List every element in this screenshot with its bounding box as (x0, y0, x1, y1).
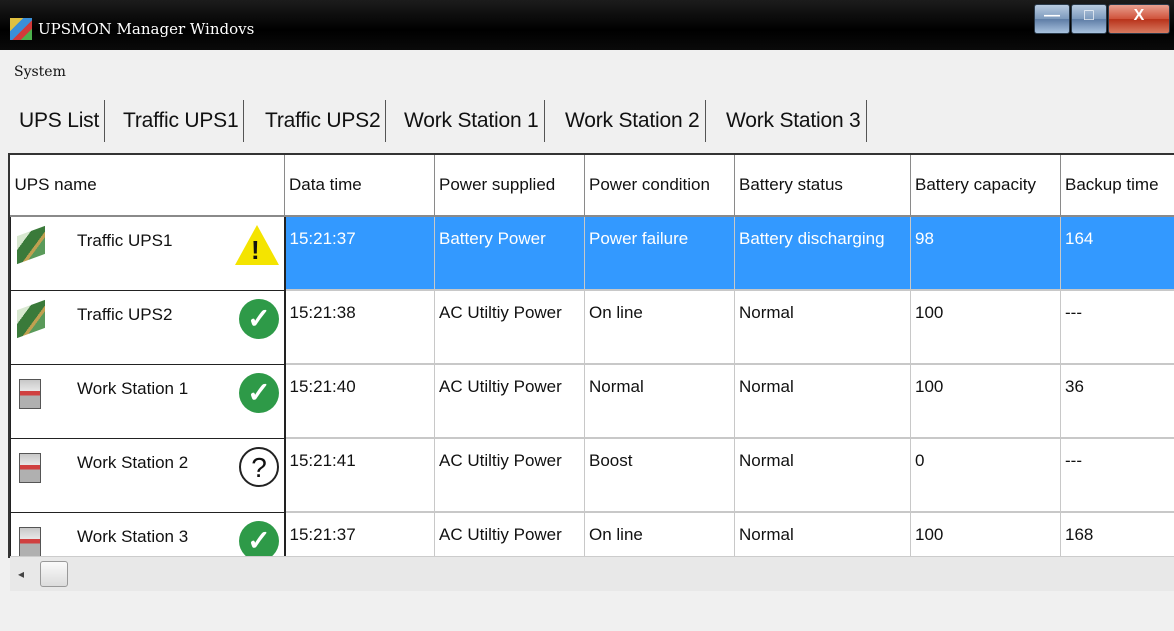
cell-data-time: 15:21:40 (284, 364, 435, 439)
window-title: UPSMON Manager Windovs (38, 20, 255, 38)
tab-ups-list[interactable]: UPS List (14, 100, 106, 142)
cell-battery-capacity: 100 (910, 290, 1061, 365)
ups-name-cell[interactable]: Traffic UPS1 ! (10, 215, 286, 291)
maximize-button[interactable]: □ (1071, 4, 1107, 34)
cell-battery-capacity: 100 (910, 512, 1061, 558)
ups-list-grid: UPS name Data time Power supplied Power … (8, 153, 1174, 558)
warning-mark: ! (251, 235, 260, 265)
cell-data-time: 15:21:38 (284, 290, 435, 365)
ups-name-cell[interactable]: Work Station 2 ? (10, 437, 286, 513)
check-icon: ✓ (239, 520, 279, 558)
col-power-condition[interactable]: Power condition (584, 155, 735, 217)
cell-power-supplied: AC Utiltiy Power (434, 290, 585, 365)
cell-power-supplied: AC Utiltiy Power (434, 438, 585, 513)
tab-strip: UPS List Traffic UPS1 Traffic UPS2 Work … (14, 100, 1174, 144)
tab-traffic-ups2[interactable]: Traffic UPS2 (260, 100, 387, 142)
ups-tower-icon (19, 526, 41, 557)
cell-data-time: 15:21:37 (284, 216, 435, 291)
ups-name: Work Station 2 (77, 452, 189, 472)
col-data-time[interactable]: Data time (284, 155, 435, 217)
col-ups-name[interactable]: UPS name (10, 155, 285, 217)
cell-backup-time: 164 (1060, 216, 1174, 291)
cell-battery-status: Normal (734, 512, 911, 558)
tab-traffic-ups1[interactable]: Traffic UPS1 (118, 100, 245, 142)
cell-power-supplied: AC Utiltiy Power (434, 512, 585, 558)
table-row[interactable]: Traffic UPS1 ! 15:21:37 Battery Power Po… (10, 215, 1174, 291)
table-row[interactable]: Work Station 1 ✓ 15:21:40 AC Utiltiy Pow… (10, 363, 1174, 439)
check-icon: ✓ (239, 298, 279, 339)
ups-tower-icon (19, 378, 41, 409)
cell-battery-status: Normal (734, 364, 911, 439)
scroll-thumb[interactable] (40, 561, 68, 587)
cell-data-time: 15:21:41 (284, 438, 435, 513)
check-icon: ✓ (239, 372, 279, 413)
tab-work-station-2[interactable]: Work Station 2 (560, 100, 706, 142)
network-card-icon (17, 225, 45, 265)
ups-name: Traffic UPS2 (77, 304, 173, 324)
close-button[interactable]: X (1108, 4, 1170, 34)
cell-battery-status: Normal (734, 438, 911, 513)
ups-name-cell[interactable]: Traffic UPS2 ✓ (10, 289, 286, 365)
col-power-supplied[interactable]: Power supplied (434, 155, 585, 217)
minimize-button[interactable]: — (1034, 4, 1070, 34)
table-row[interactable]: Traffic UPS2 ✓ 15:21:38 AC Utiltiy Power… (10, 289, 1174, 365)
cell-power-supplied: Battery Power (434, 216, 585, 291)
ups-table: UPS name Data time Power supplied Power … (10, 155, 1174, 558)
ups-name: Traffic UPS1 (77, 231, 173, 250)
col-backup-time[interactable]: Backup time (1060, 155, 1174, 217)
ups-name-cell[interactable]: Work Station 1 ✓ (10, 363, 286, 439)
cell-backup-time: 36 (1060, 364, 1174, 439)
table-header-row: UPS name Data time Power supplied Power … (10, 155, 1174, 217)
question-icon: ? (239, 446, 279, 487)
cell-power-condition: On line (584, 512, 735, 558)
scroll-left-icon[interactable]: ◂ (18, 567, 24, 581)
maximize-icon: □ (1084, 7, 1094, 24)
close-icon: X (1133, 7, 1145, 24)
menu-system[interactable]: System (14, 64, 66, 80)
cell-battery-capacity: 100 (910, 364, 1061, 439)
app-icon (10, 18, 32, 40)
ups-name-cell[interactable]: Work Station 3 ✓ (10, 511, 286, 558)
cell-power-supplied: AC Utiltiy Power (434, 364, 585, 439)
cell-backup-time: 168 (1060, 512, 1174, 558)
cell-battery-capacity: 0 (910, 438, 1061, 513)
menu-bar: System (0, 54, 1174, 84)
ups-name: Work Station 3 (77, 526, 189, 546)
cell-backup-time: --- (1060, 290, 1174, 365)
ups-name: Work Station 1 (77, 378, 189, 398)
ups-tower-icon (19, 452, 41, 483)
minimize-icon: — (1044, 7, 1060, 24)
cell-backup-time: --- (1060, 438, 1174, 513)
cell-battery-status: Battery discharging (734, 216, 911, 291)
cell-data-time: 15:21:37 (284, 512, 435, 558)
tab-work-station-1[interactable]: Work Station 1 (399, 100, 545, 142)
cell-power-condition: Boost (584, 438, 735, 513)
cell-power-condition: Normal (584, 364, 735, 439)
cell-power-condition: Power failure (584, 216, 735, 291)
table-row[interactable]: Work Station 3 ✓ 15:21:37 AC Utiltiy Pow… (10, 511, 1174, 558)
title-bar: UPSMON Manager Windovs — □ X (0, 0, 1174, 50)
cell-battery-status: Normal (734, 290, 911, 365)
network-card-icon (17, 299, 45, 338)
col-battery-status[interactable]: Battery status (734, 155, 911, 217)
tab-work-station-3[interactable]: Work Station 3 (721, 100, 867, 142)
horizontal-scrollbar[interactable]: ◂ (10, 556, 1174, 591)
cell-battery-capacity: 98 (910, 216, 1061, 291)
cell-power-condition: On line (584, 290, 735, 365)
table-row[interactable]: Work Station 2 ? 15:21:41 AC Utiltiy Pow… (10, 437, 1174, 513)
col-battery-capacity[interactable]: Battery capacity (910, 155, 1061, 217)
